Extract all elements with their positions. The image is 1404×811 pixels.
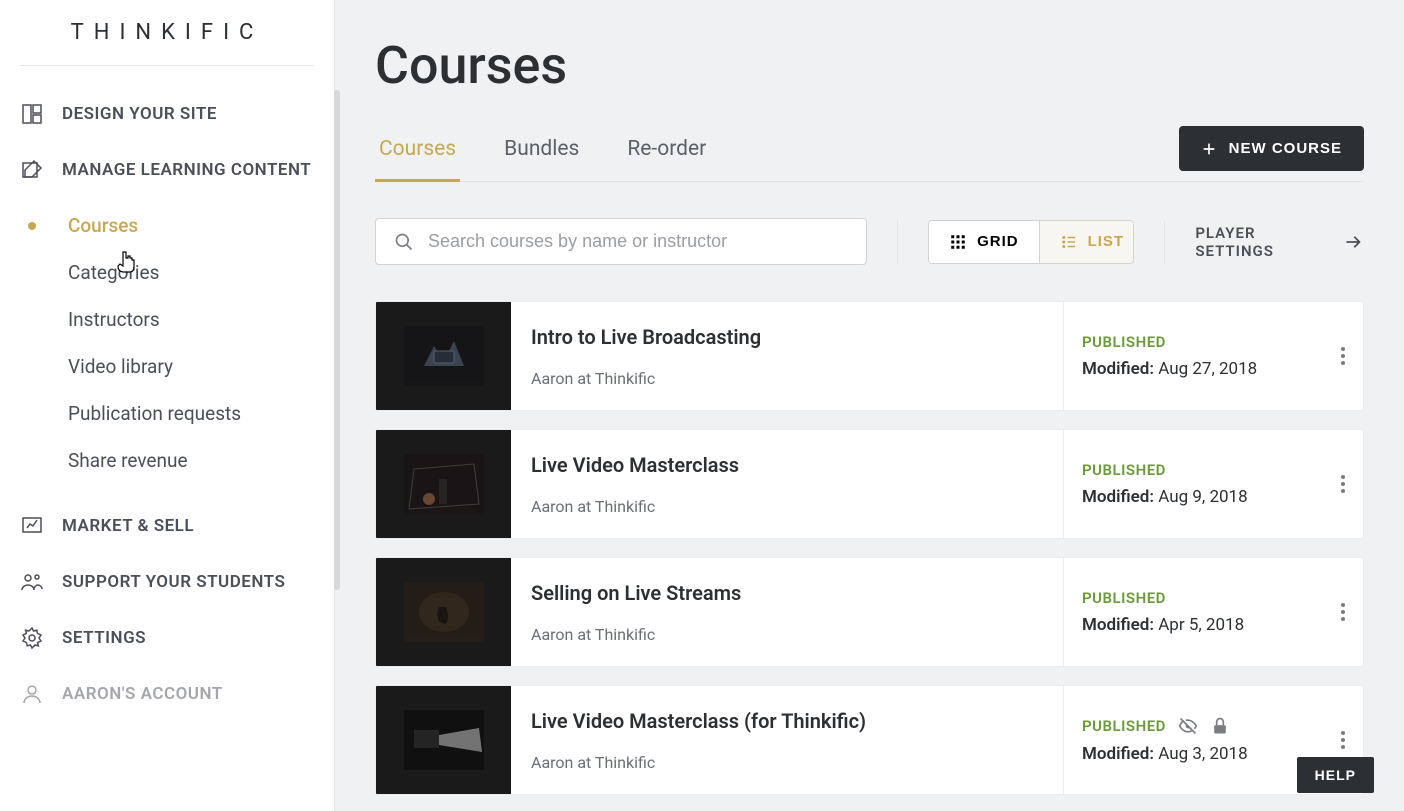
main-content: Courses Courses Bundles Re-order NEW COU… (335, 0, 1404, 811)
sidebar-sub-instructors[interactable]: Instructors (0, 296, 334, 343)
tab-bundles[interactable]: Bundles (500, 127, 583, 181)
brand-logo: THINKIFIC (0, 20, 334, 45)
grid-icon (949, 233, 967, 251)
row-menu-button[interactable] (1323, 302, 1363, 410)
list-icon (1060, 233, 1078, 251)
modified-date: Modified: Apr 5, 2018 (1082, 615, 1305, 635)
nav-label: AARON'S ACCOUNT (62, 684, 223, 704)
more-icon (1341, 603, 1345, 621)
nav-label: SETTINGS (62, 628, 146, 648)
edit-icon (20, 158, 44, 182)
search-box[interactable] (375, 218, 867, 265)
tab-courses[interactable]: Courses (375, 127, 460, 181)
sidebar-sub-share-revenue[interactable]: Share revenue (0, 437, 334, 484)
sidebar-item-settings[interactable]: SETTINGS (0, 610, 334, 666)
tabs: Courses Bundles Re-order (375, 127, 710, 181)
course-instructor: Aaron at Thinkific (531, 753, 1043, 772)
lock-icon (1210, 716, 1230, 736)
course-title: Live Video Masterclass (531, 453, 1043, 477)
user-icon (20, 682, 44, 706)
nav-label: SUPPORT YOUR STUDENTS (62, 572, 285, 592)
sidebar-subnav: Courses Categories Instructors Video lib… (0, 198, 334, 498)
sidebar-item-account[interactable]: AARON'S ACCOUNT (0, 666, 334, 722)
sidebar-sub-video-library[interactable]: Video library (0, 343, 334, 390)
more-icon (1341, 347, 1345, 365)
new-course-button[interactable]: NEW COURSE (1179, 126, 1364, 171)
list-view-button[interactable]: LIST (1039, 221, 1135, 263)
layout-icon (20, 102, 44, 126)
more-icon (1341, 731, 1345, 749)
course-instructor: Aaron at Thinkific (531, 497, 1043, 516)
sidebar-sub-publication-requests[interactable]: Publication requests (0, 390, 334, 437)
course-thumbnail (376, 558, 511, 666)
sidebar-sub-categories[interactable]: Categories (0, 249, 334, 296)
plus-icon (1201, 141, 1217, 157)
list-label: LIST (1088, 233, 1125, 250)
course-row[interactable]: Live Video Masterclass (for Thinkific) A… (375, 685, 1364, 795)
course-row[interactable]: Live Video Masterclass Aaron at Thinkifi… (375, 429, 1364, 539)
nav-label: MANAGE LEARNING CONTENT (62, 160, 311, 180)
course-list: Intro to Live Broadcasting Aaron at Thin… (375, 301, 1364, 795)
sidebar-item-market[interactable]: MARKET & SELL (0, 498, 334, 554)
search-icon (394, 232, 414, 252)
nav-label: MARKET & SELL (62, 516, 194, 536)
course-info: Intro to Live Broadcasting Aaron at Thin… (511, 302, 1063, 410)
course-title: Intro to Live Broadcasting (531, 325, 1043, 349)
course-row[interactable]: Selling on Live Streams Aaron at Thinkif… (375, 557, 1364, 667)
status-badge: PUBLISHED (1082, 333, 1166, 351)
divider (897, 220, 898, 264)
grid-view-button[interactable]: GRID (929, 221, 1039, 263)
tabs-row: Courses Bundles Re-order NEW COURSE (375, 126, 1364, 182)
modified-date: Modified: Aug 9, 2018 (1082, 487, 1305, 507)
controls-row: GRID LIST PLAYER SETTINGS (375, 218, 1364, 265)
divider (20, 65, 314, 66)
gear-icon (20, 626, 44, 650)
grid-label: GRID (977, 233, 1019, 250)
sidebar-sub-courses[interactable]: Courses (0, 202, 334, 249)
course-thumbnail (376, 302, 511, 410)
arrow-right-icon (1343, 231, 1364, 253)
status-badge: PUBLISHED (1082, 589, 1166, 607)
course-info: Selling on Live Streams Aaron at Thinkif… (511, 558, 1063, 666)
status-badge: PUBLISHED (1082, 461, 1166, 479)
modified-date: Modified: Aug 27, 2018 (1082, 359, 1305, 379)
course-meta: PUBLISHED Modified: Aug 27, 2018 (1063, 302, 1323, 410)
course-meta: PUBLISHED Modified: Aug 3, 2018 (1063, 686, 1323, 794)
chart-icon (20, 514, 44, 538)
tab-reorder[interactable]: Re-order (623, 127, 710, 181)
hidden-icon (1178, 716, 1198, 736)
status-badge: PUBLISHED (1082, 717, 1166, 735)
row-menu-button[interactable] (1323, 430, 1363, 538)
modified-date: Modified: Aug 3, 2018 (1082, 744, 1305, 764)
page-title: Courses (375, 35, 1364, 96)
player-settings-link[interactable]: PLAYER SETTINGS (1195, 224, 1364, 260)
course-meta: PUBLISHED Modified: Aug 9, 2018 (1063, 430, 1323, 538)
course-thumbnail (376, 686, 511, 794)
course-info: Live Video Masterclass (for Thinkific) A… (511, 686, 1063, 794)
sidebar-item-support[interactable]: SUPPORT YOUR STUDENTS (0, 554, 334, 610)
player-settings-label: PLAYER SETTINGS (1195, 224, 1331, 260)
sidebar: THINKIFIC DESIGN YOUR SITE MANAGE LEARNI… (0, 0, 335, 811)
sidebar-item-manage[interactable]: MANAGE LEARNING CONTENT (0, 142, 334, 198)
course-instructor: Aaron at Thinkific (531, 625, 1043, 644)
course-title: Live Video Masterclass (for Thinkific) (531, 709, 1043, 733)
divider (1164, 220, 1165, 264)
help-button[interactable]: HELP (1297, 757, 1374, 793)
new-course-label: NEW COURSE (1229, 140, 1342, 157)
view-toggle: GRID LIST (928, 220, 1134, 264)
course-instructor: Aaron at Thinkific (531, 369, 1043, 388)
sidebar-item-design[interactable]: DESIGN YOUR SITE (0, 86, 334, 142)
search-input[interactable] (428, 231, 848, 252)
nav-label: DESIGN YOUR SITE (62, 104, 217, 124)
people-icon (20, 570, 44, 594)
more-icon (1341, 475, 1345, 493)
course-meta: PUBLISHED Modified: Apr 5, 2018 (1063, 558, 1323, 666)
course-title: Selling on Live Streams (531, 581, 1043, 605)
row-menu-button[interactable] (1323, 558, 1363, 666)
course-thumbnail (376, 430, 511, 538)
course-row[interactable]: Intro to Live Broadcasting Aaron at Thin… (375, 301, 1364, 411)
course-info: Live Video Masterclass Aaron at Thinkifi… (511, 430, 1063, 538)
